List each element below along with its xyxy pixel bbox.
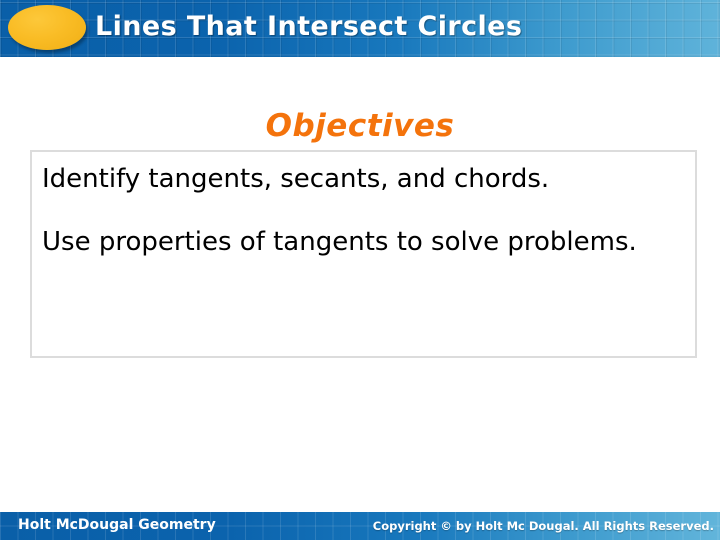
yellow-ellipse-icon [8,5,86,50]
slide-footer-band: Holt McDougal Geometry Copyright © by Ho… [0,512,720,540]
footer-brand-label: Holt McDougal Geometry [18,517,216,533]
footer-copyright-label: Copyright © by Holt Mc Dougal. All Right… [372,519,714,533]
slide-header-band: Lines That Intersect Circles [0,0,720,57]
objective-item: Identify tangents, secants, and chords. [42,164,550,194]
objective-item: Use properties of tangents to solve prob… [42,227,637,258]
objectives-content-box: Identify tangents, secants, and chords. … [30,150,697,358]
objectives-heading: Objectives [265,108,455,144]
slide-title: Lines That Intersect Circles [95,11,523,42]
